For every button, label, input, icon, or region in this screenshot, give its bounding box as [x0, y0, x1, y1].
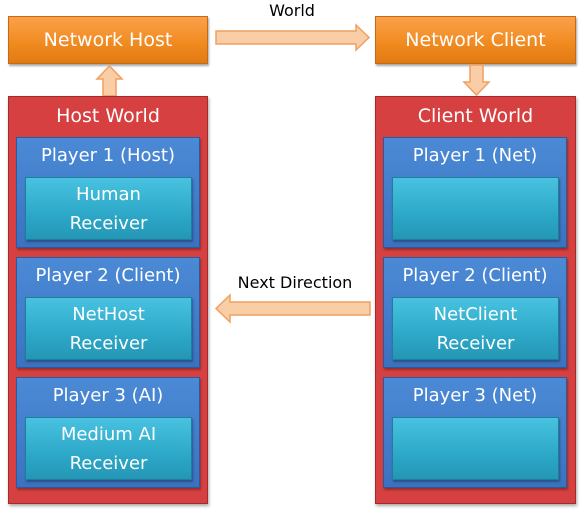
receiver-line: NetHost — [72, 303, 145, 325]
host-player-3-box: Player 3 (AI) Medium AI Receiver — [16, 377, 200, 488]
world-arrow — [215, 23, 371, 52]
receiver-line: NetClient — [433, 303, 518, 325]
host-up-arrow — [95, 64, 124, 97]
player-title: Player 2 (Client) — [402, 265, 548, 286]
host-player-2-box: Player 2 (Client) NetHost Receiver — [16, 257, 200, 368]
receiver-line: Receiver — [436, 332, 515, 354]
receiver-line: Human — [76, 183, 141, 205]
host-world-title: Host World — [56, 105, 160, 127]
client-player-2-box: Player 2 (Client) NetClient Receiver — [383, 257, 567, 368]
receiver-box — [392, 177, 559, 240]
player-title: Player 1 (Net) — [412, 145, 538, 166]
player-title: Player 2 (Client) — [35, 265, 181, 286]
next-direction-label: Next Direction — [237, 273, 353, 292]
next-direction-arrow — [214, 293, 371, 324]
receiver-line: Medium AI — [60, 423, 157, 445]
client-down-arrow — [462, 64, 491, 97]
receiver-box — [392, 417, 559, 480]
player-title: Player 3 (Net) — [412, 385, 538, 406]
client-player-3-box: Player 3 (Net) — [383, 377, 567, 488]
receiver-line: Receiver — [69, 452, 148, 474]
player-title: Player 3 (AI) — [52, 385, 164, 406]
client-player-1-box: Player 1 (Net) — [383, 137, 567, 248]
player-title: Player 1 (Host) — [41, 145, 175, 166]
receiver-box: NetHost Receiver — [25, 297, 192, 360]
receiver-box: Medium AI Receiver — [25, 417, 192, 480]
receiver-box: NetClient Receiver — [392, 297, 559, 360]
receiver-line: Receiver — [69, 332, 148, 354]
host-player-1-box: Player 1 (Host) Human Receiver — [16, 137, 200, 248]
receiver-line: Receiver — [69, 212, 148, 234]
receiver-box: Human Receiver — [25, 177, 192, 240]
client-world-title: Client World — [417, 105, 534, 127]
